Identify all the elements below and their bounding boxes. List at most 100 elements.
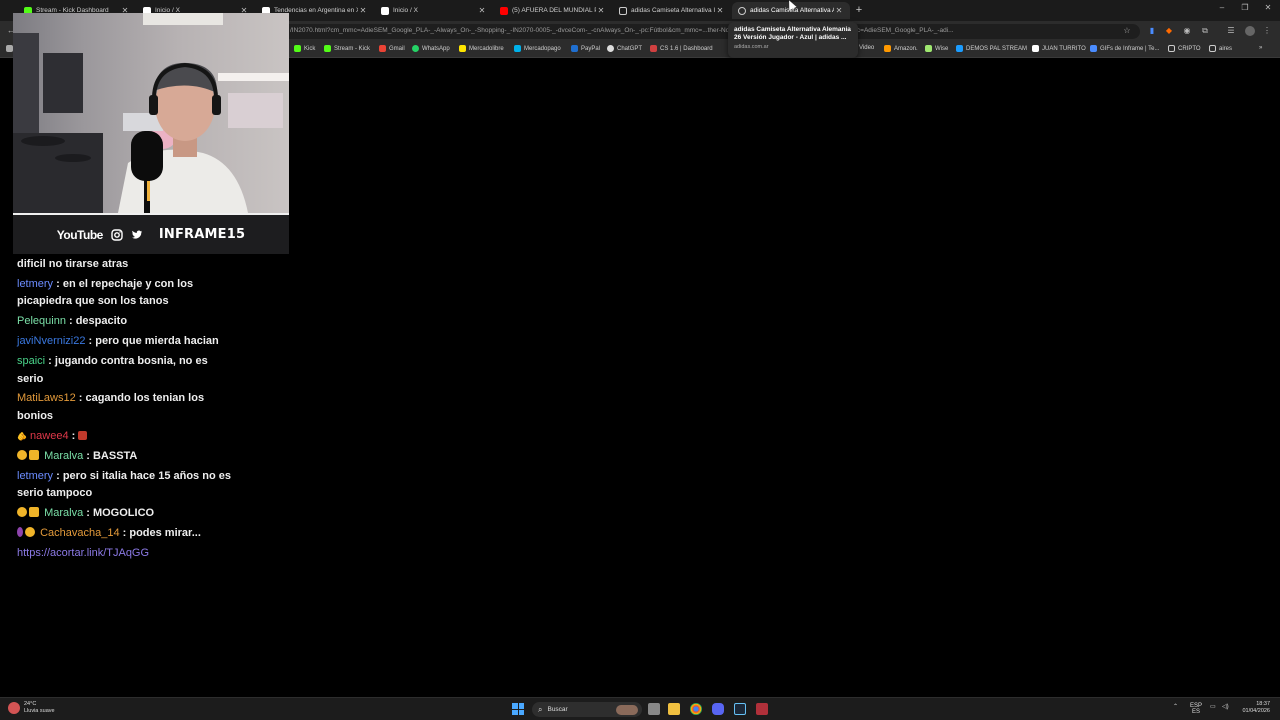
bookmark-item[interactable]: Mercadopago bbox=[514, 45, 561, 52]
bookmark-item[interactable]: DEMOS PAL STREAM bbox=[956, 45, 1027, 52]
bookmark-label: CRIPTO bbox=[1178, 45, 1201, 52]
close-icon[interactable]: ✕ bbox=[477, 6, 487, 15]
star-icon[interactable]: ☆ bbox=[1122, 26, 1132, 36]
bookmark-extension-icon[interactable]: ▮ bbox=[1147, 26, 1157, 36]
chat-message-text: : pero que mierda hacian bbox=[85, 335, 219, 348]
chrome-icon[interactable] bbox=[690, 703, 702, 715]
chat-message: Cachavacha_14 : podes mirar... bbox=[17, 525, 232, 543]
extension-icon[interactable]: ◆ bbox=[1164, 26, 1174, 36]
subscriber-badge-icon bbox=[17, 449, 27, 460]
chat-username[interactable]: MatiLaws12 bbox=[17, 392, 76, 404]
tooltip-domain: adidas.com.ar bbox=[734, 44, 769, 50]
search-placeholder: Buscar bbox=[547, 706, 568, 713]
bookmark-label: Mercadolibre bbox=[469, 45, 504, 52]
tab-youtube[interactable]: (5) AFUERA DEL MUNDIAL POR ✕ bbox=[494, 2, 612, 19]
address-bar[interactable]: /IN2070.html?cm_mmc=AdieSEM_Google_PLA-_… bbox=[280, 24, 1140, 39]
maximize-button[interactable]: ❐ bbox=[1235, 3, 1255, 12]
bookmark-item[interactable]: WhatsApp bbox=[412, 45, 450, 52]
chat-message: https://acortar.link/TJAqGG bbox=[17, 545, 232, 563]
bookmark-item[interactable]: JUAN TURRITO bbox=[1032, 45, 1086, 52]
amazon-icon bbox=[884, 45, 891, 52]
new-tab-button[interactable]: + bbox=[852, 3, 866, 17]
stream-chat: dificil no tirarse atras letmery : en el… bbox=[17, 256, 232, 565]
bookmark-label: ChatGPT bbox=[617, 45, 643, 52]
volume-icon[interactable]: ◁) bbox=[1222, 703, 1229, 710]
extension-icon[interactable]: ◉ bbox=[1182, 26, 1192, 36]
x-logo-icon bbox=[381, 6, 389, 15]
social-bar: YouTube INFRAME15 bbox=[13, 213, 289, 254]
tray-chevron-icon[interactable]: ⌃ bbox=[1173, 703, 1178, 710]
start-button[interactable] bbox=[512, 703, 524, 715]
streamer-handle: INFRAME15 bbox=[158, 227, 246, 242]
whatsapp-icon bbox=[412, 45, 419, 52]
chat-username[interactable]: Cachavacha_14 bbox=[40, 527, 120, 539]
bookmark-item[interactable]: Stream - Kick bbox=[324, 45, 370, 52]
close-icon[interactable]: ✕ bbox=[596, 6, 606, 15]
minimize-button[interactable]: – bbox=[1212, 3, 1232, 12]
app-icon[interactable] bbox=[756, 703, 768, 715]
chat-username[interactable]: nawee4 bbox=[30, 430, 69, 442]
chat-message-text: : jugando contra bosnia, no es serio bbox=[17, 355, 208, 385]
chat-message-text: : bbox=[68, 429, 79, 442]
subscriber-badge-icon bbox=[25, 526, 35, 537]
bookmark-item[interactable]: CS 1.6 | Dashboard bbox=[650, 45, 713, 52]
chat-username[interactable]: Maralva bbox=[44, 450, 83, 462]
menu-icon[interactable]: ⋮ bbox=[1262, 26, 1272, 36]
system-clock[interactable]: 18:37 01/04/2026 bbox=[1242, 701, 1270, 715]
chat-username[interactable]: Maralva bbox=[44, 507, 83, 519]
bookmark-label: GIFs de Inframe | Te... bbox=[1100, 45, 1160, 52]
close-icon[interactable]: ✕ bbox=[834, 6, 844, 15]
keyboard-layout: ES bbox=[1192, 709, 1201, 715]
language-indicator[interactable]: ESP ES bbox=[1190, 703, 1202, 715]
bookmark-item[interactable]: Amazon. bbox=[884, 45, 918, 52]
tab-adidas-italia[interactable]: adidas Camiseta Alternativa Ita ✕ bbox=[613, 2, 731, 19]
chat-message-text: : podes mirar... bbox=[119, 526, 201, 539]
bookmark-label: CS 1.6 | Dashboard bbox=[660, 45, 713, 52]
cs-icon bbox=[650, 45, 657, 52]
close-icon[interactable]: ✕ bbox=[715, 6, 725, 15]
chatgpt-icon bbox=[607, 45, 614, 52]
puzzle-icon[interactable]: ⧉ bbox=[1200, 26, 1210, 36]
gif-icon bbox=[1090, 45, 1097, 52]
chat-username[interactable]: spaici bbox=[17, 355, 45, 367]
chat-message: Maralva : MOGOLICO bbox=[17, 505, 232, 523]
bookmark-label: WhatsApp bbox=[422, 45, 450, 52]
profile-avatar[interactable] bbox=[1245, 26, 1255, 36]
tab-inicio-x-2[interactable]: Inicio / X ✕ bbox=[375, 2, 493, 19]
bookmark-item[interactable]: Wise bbox=[925, 45, 948, 52]
chat-message: javiNvernizi22 : pero que mierda hacian bbox=[17, 333, 232, 351]
sidebar-icon[interactable]: ☰ bbox=[1226, 26, 1236, 36]
bookmark-label: DEMOS PAL STREAM bbox=[966, 45, 1028, 52]
more-bookmarks-icon[interactable]: » bbox=[1259, 45, 1262, 51]
bookmark-item[interactable]: Mercadolibre bbox=[459, 45, 504, 52]
taskbar-search[interactable]: ⌕ Buscar bbox=[532, 702, 642, 717]
network-icon[interactable]: ▭ bbox=[1210, 703, 1216, 710]
bookmark-item[interactable]: Kick bbox=[294, 45, 315, 52]
discord-icon[interactable] bbox=[712, 703, 724, 715]
bookmark-item[interactable]: Gmail bbox=[379, 45, 405, 52]
weather-icon bbox=[8, 701, 20, 714]
bookmark-item[interactable]: Video bbox=[859, 45, 874, 51]
chat-username[interactable]: javiNvernizi22 bbox=[17, 335, 85, 347]
bookmark-folder[interactable]: CRIPTO bbox=[1168, 45, 1201, 52]
bookmark-label: Stream - Kick bbox=[334, 45, 371, 52]
file-explorer-icon[interactable] bbox=[668, 703, 680, 715]
webcam-scene-image bbox=[13, 13, 289, 213]
bookmark-label: aires bbox=[1219, 45, 1233, 52]
weather-widget[interactable]: 24°C Lluvia suave bbox=[8, 701, 55, 714]
close-window-button[interactable]: ✕ bbox=[1258, 3, 1278, 12]
webcam-feed bbox=[13, 13, 289, 213]
chat-username[interactable]: Pelequinn bbox=[17, 315, 66, 327]
bookmark-item[interactable]: PayPal bbox=[571, 45, 600, 52]
bookmark-folder[interactable]: aires bbox=[1209, 45, 1232, 52]
task-view-icon[interactable] bbox=[648, 703, 660, 715]
chat-message-text: : despacito bbox=[65, 315, 128, 328]
gift-badge-icon bbox=[17, 526, 23, 537]
chat-link[interactable]: https://acortar.link/TJAqGG bbox=[17, 547, 149, 559]
bookmark-item[interactable]: GIFs de Inframe | Te... bbox=[1090, 45, 1159, 52]
bookmark-item[interactable]: ChatGPT bbox=[607, 45, 642, 52]
chat-username[interactable]: letmery bbox=[17, 470, 53, 482]
chat-username[interactable]: letmery bbox=[17, 278, 53, 290]
steam-icon[interactable] bbox=[734, 703, 746, 715]
close-icon[interactable]: ✕ bbox=[358, 6, 368, 15]
